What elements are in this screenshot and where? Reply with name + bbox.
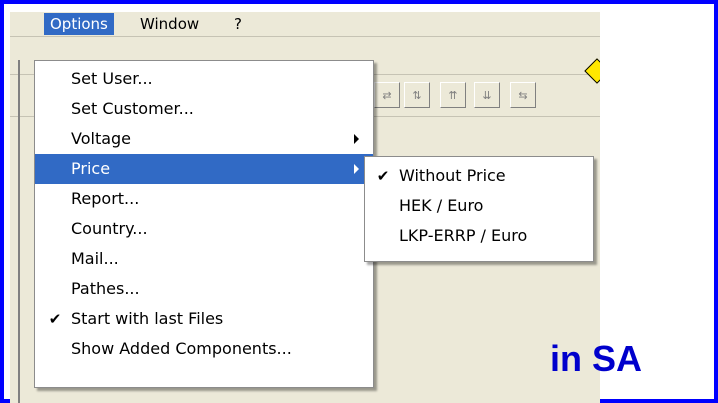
toolbar-button-icon: ⇈ xyxy=(448,88,458,102)
price-submenu: ✔ Without Price HEK / Euro LKP-ERRP / Eu… xyxy=(364,156,594,262)
menu-item-country[interactable]: Country... xyxy=(35,214,373,244)
menu-item-label: Pathes... xyxy=(71,279,140,298)
toolbar-button[interactable]: ⇊ xyxy=(474,82,500,108)
submenu-item-label: Without Price xyxy=(399,166,506,185)
menu-item-report[interactable]: Report... xyxy=(35,184,373,214)
checkmark-icon: ✔ xyxy=(48,310,62,328)
menubar: Options Window ? xyxy=(10,12,600,36)
menu-item-set-customer[interactable]: Set Customer... xyxy=(35,94,373,124)
menu-options[interactable]: Options xyxy=(44,13,114,35)
toolbar-button-icon: ⇊ xyxy=(482,88,492,102)
toolbar-button[interactable]: ⇄ xyxy=(374,82,400,108)
toolbar-divider xyxy=(10,36,600,37)
menu-item-price[interactable]: Price xyxy=(35,154,373,184)
submenu-item-lkp-errp-euro[interactable]: LKP-ERRP / Euro xyxy=(365,221,593,251)
submenu-arrow-icon xyxy=(354,164,359,174)
toolbar-button-icon: ⇅ xyxy=(412,88,422,102)
toolbar-button-icon: ⇄ xyxy=(382,88,392,102)
options-dropdown-menu: Set User... Set Customer... Voltage Pric… xyxy=(34,60,374,388)
menu-item-label: Price xyxy=(71,159,111,178)
checkmark-icon: ✔ xyxy=(376,167,390,185)
menu-help[interactable]: ? xyxy=(228,13,248,35)
submenu-item-without-price[interactable]: ✔ Without Price xyxy=(365,161,593,191)
menu-item-pathes[interactable]: Pathes... xyxy=(35,274,373,304)
menu-item-label: Country... xyxy=(71,219,148,238)
menu-item-mail[interactable]: Mail... xyxy=(35,244,373,274)
menu-item-label: Mail... xyxy=(71,249,119,268)
menu-item-start-with-last-files[interactable]: ✔ Start with last Files xyxy=(35,304,373,334)
menu-item-show-added-components[interactable]: Show Added Components... xyxy=(35,334,373,364)
toolbar-button-icon: ⇆ xyxy=(518,88,528,102)
submenu-item-hek-euro[interactable]: HEK / Euro xyxy=(365,191,593,221)
submenu-item-label: HEK / Euro xyxy=(399,196,484,215)
menu-item-label: Report... xyxy=(71,189,140,208)
window-left-border xyxy=(18,60,20,403)
submenu-item-label: LKP-ERRP / Euro xyxy=(399,226,528,245)
menu-item-voltage[interactable]: Voltage xyxy=(35,124,373,154)
toolbar-button[interactable]: ⇅ xyxy=(404,82,430,108)
menu-item-label: Show Added Components... xyxy=(71,339,292,358)
toolbar-button[interactable]: ⇈ xyxy=(440,82,466,108)
menu-item-label: Set User... xyxy=(71,69,153,88)
annotation-label: in SA xyxy=(550,338,643,379)
menu-item-label: Set Customer... xyxy=(71,99,194,118)
submenu-arrow-icon xyxy=(354,134,359,144)
toolbar-button[interactable]: ⇆ xyxy=(510,82,536,108)
menu-window[interactable]: Window xyxy=(134,13,205,35)
menu-item-label: Start with last Files xyxy=(71,309,224,328)
menu-item-label: Voltage xyxy=(71,129,132,148)
menu-item-set-user[interactable]: Set User... xyxy=(35,64,373,94)
